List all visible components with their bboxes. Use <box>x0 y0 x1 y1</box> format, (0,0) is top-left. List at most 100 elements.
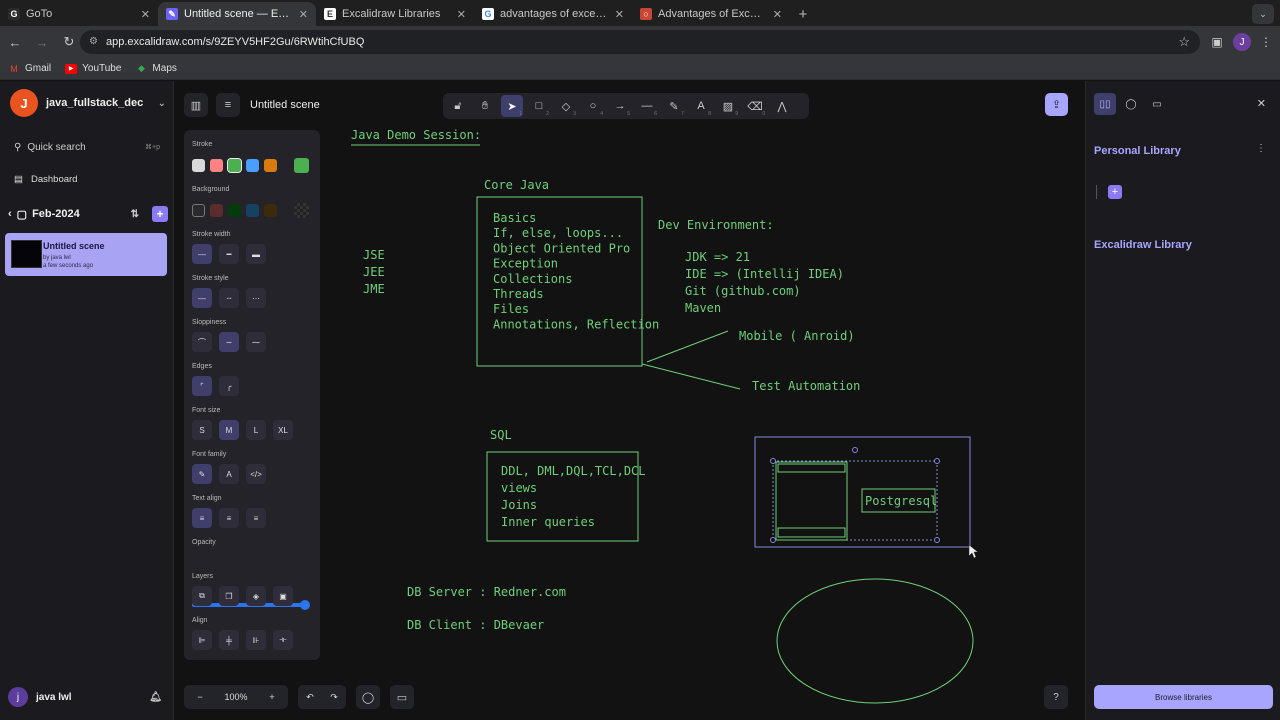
align-hcenter-icon[interactable]: ╪ <box>219 630 239 650</box>
close-icon[interactable]: ✕ <box>1257 97 1266 110</box>
bg-color-swatch[interactable] <box>264 204 277 217</box>
presentation-icon[interactable]: ▭ <box>390 685 414 709</box>
stroke-color-swatch-selected[interactable] <box>227 158 242 173</box>
selection-tool-icon[interactable]: ➤ 1 <box>501 95 523 117</box>
share-button[interactable]: ⇪ <box>1045 93 1068 116</box>
browser-tab[interactable]: ○ Advantages of Exceptions (The Java™ ✕ <box>632 2 790 26</box>
back-icon[interactable]: ← <box>3 30 27 54</box>
dev-env-item[interactable]: IDE => (Intellij IDEA) <box>685 267 844 281</box>
canvas-area[interactable]: Java Demo Session: Core Java Basics If, e… <box>174 81 1085 720</box>
zoom-in-button[interactable]: + <box>256 692 288 702</box>
java-edition-item[interactable]: JME <box>363 282 385 296</box>
hamburger-menu-icon[interactable]: ≡ <box>216 93 240 117</box>
stroke-color-swatch[interactable] <box>210 159 223 172</box>
bg-color-swatch[interactable] <box>246 204 259 217</box>
edges-round[interactable]: ╭ <box>219 376 239 396</box>
send-to-back-icon[interactable]: ⧉ <box>192 586 212 606</box>
browser-tab-active[interactable]: ✎ Untitled scene — Excalidraw Plus ✕ <box>158 2 316 26</box>
scene-card[interactable]: Untitled scene by java lwl a few seconds… <box>5 233 167 276</box>
java-edition-item[interactable]: JEE <box>363 265 385 279</box>
sidepanel-icon[interactable]: ▣ <box>1205 30 1229 54</box>
sql-label[interactable]: SQL <box>490 428 512 442</box>
scene-title[interactable]: Untitled scene <box>250 99 320 111</box>
core-java-item[interactable]: Files <box>493 302 529 316</box>
dev-env-item[interactable]: Git (github.com) <box>685 284 801 298</box>
current-bg-color[interactable] <box>294 203 309 218</box>
stroke-width-bold[interactable]: ━ <box>219 244 239 264</box>
presentation-tab-icon[interactable]: ▭ <box>1146 93 1168 115</box>
sql-item[interactable]: DDL, DML,DQL,TCL,DCL <box>501 464 646 478</box>
core-java-item[interactable]: Object Oriented Pro <box>493 241 630 255</box>
core-java-item[interactable]: Collections <box>493 272 572 286</box>
browse-libraries-button[interactable]: Browse libraries <box>1094 685 1273 709</box>
stroke-color-swatch[interactable] <box>192 159 205 172</box>
tab-search-icon[interactable]: ⌄ <box>1252 4 1274 24</box>
sloppiness-cartoonist[interactable]: ⁓ <box>246 332 266 352</box>
new-tab-button[interactable]: + <box>790 2 816 26</box>
align-left-icon[interactable]: ≡ <box>192 508 212 528</box>
core-java-item[interactable]: Annotations, Reflection <box>493 317 659 331</box>
menu-icon[interactable]: ⋮ <box>1254 30 1278 54</box>
rotate-handle[interactable] <box>852 447 858 453</box>
stroke-width-thin[interactable]: — <box>192 244 212 264</box>
profile-avatar[interactable]: J <box>1233 33 1251 51</box>
stroke-style-solid[interactable]: — <box>192 288 212 308</box>
arrow-icon[interactable]: → 5 <box>609 95 631 117</box>
dashboard-link[interactable]: ▤ Dashboard <box>14 174 77 185</box>
resize-handle[interactable] <box>934 537 940 543</box>
undo-icon[interactable]: ↶ <box>298 692 322 703</box>
dev-env-label[interactable]: Dev Environment: <box>658 218 774 232</box>
line-icon[interactable]: —6 <box>636 95 658 117</box>
core-java-item[interactable]: If, else, loops... <box>493 226 623 240</box>
library-add-item[interactable]: + <box>1096 183 1122 201</box>
dev-env-item[interactable]: JDK => 21 <box>685 250 750 264</box>
sql-item[interactable]: Inner queries <box>501 515 595 529</box>
sloppiness-architect[interactable]: ⌒ <box>192 332 212 352</box>
workspace-switcher[interactable]: J java_fullstack_dec ⌄ <box>10 89 166 117</box>
sloppiness-artist[interactable]: ∼ <box>219 332 239 352</box>
db-cylinder-top[interactable] <box>777 463 846 473</box>
sql-item[interactable]: views <box>501 481 537 495</box>
distribute-icon[interactable]: ⟛ <box>273 630 293 650</box>
stroke-style-dashed[interactable]: ┄ <box>219 288 239 308</box>
more-options-icon[interactable]: ⋮ <box>1256 143 1266 154</box>
redo-icon[interactable]: ↷ <box>322 692 346 703</box>
image-icon[interactable]: ▨ 9 <box>717 95 739 118</box>
forward-icon[interactable]: → <box>30 30 54 54</box>
heading-text[interactable]: Java Demo Session: <box>351 128 481 142</box>
ellipse-shape[interactable] <box>776 578 974 704</box>
site-info-icon[interactable]: ⚙ <box>89 36 98 47</box>
db-server-text[interactable]: DB Server : Redner.com <box>407 585 566 599</box>
arrow-line[interactable] <box>646 330 729 363</box>
zoom-level[interactable]: 100% <box>216 692 256 702</box>
font-size-m[interactable]: M <box>219 420 239 440</box>
font-size-s[interactable]: S <box>192 420 212 440</box>
font-size-l[interactable]: L <box>246 420 266 440</box>
close-icon[interactable]: ✕ <box>773 8 782 21</box>
db-client-text[interactable]: DB Client : DBevaer <box>407 618 544 632</box>
diamond-icon[interactable]: ◇ 3 <box>555 95 577 118</box>
resize-handle[interactable] <box>770 537 776 543</box>
bg-color-swatch[interactable] <box>192 204 205 217</box>
font-size-xl[interactable]: XL <box>273 420 293 440</box>
bg-color-swatch[interactable] <box>228 204 241 217</box>
browser-tab[interactable]: Gadvantages of exception handling ✕ <box>474 2 632 26</box>
reload-icon[interactable]: ↻ <box>57 30 81 54</box>
dev-env-item[interactable]: Maven <box>685 301 721 315</box>
postgres-text[interactable]: Postgresql <box>865 494 937 508</box>
bg-color-swatch[interactable] <box>210 204 223 217</box>
align-left-edges-icon[interactable]: ⊫ <box>192 630 212 650</box>
url-bar[interactable]: ⚙ app.excalidraw.com/s/9ZEYV5HF2Gu/6RWti… <box>80 30 1200 54</box>
more-tools-icon[interactable]: ⋀ <box>771 95 793 117</box>
user-menu[interactable]: j java lwl 🔔︎ <box>8 687 168 707</box>
eraser-icon[interactable]: ⌫ 0 <box>744 95 766 118</box>
db-cylinder-bottom[interactable] <box>777 527 846 538</box>
sidebar-toggle-icon[interactable]: ▥ <box>184 93 208 117</box>
lock-icon[interactable]: 🔓︎ <box>447 95 469 117</box>
plus-icon[interactable]: + <box>1108 185 1122 199</box>
font-code-icon[interactable]: </> <box>246 464 266 484</box>
quick-search[interactable]: ⚲ Quick search ⌘+p <box>8 138 166 156</box>
comment-icon[interactable]: ◯ <box>356 685 380 709</box>
bookmark-star-icon[interactable]: ☆ <box>1178 34 1190 50</box>
send-backward-icon[interactable]: ❐ <box>219 586 239 606</box>
